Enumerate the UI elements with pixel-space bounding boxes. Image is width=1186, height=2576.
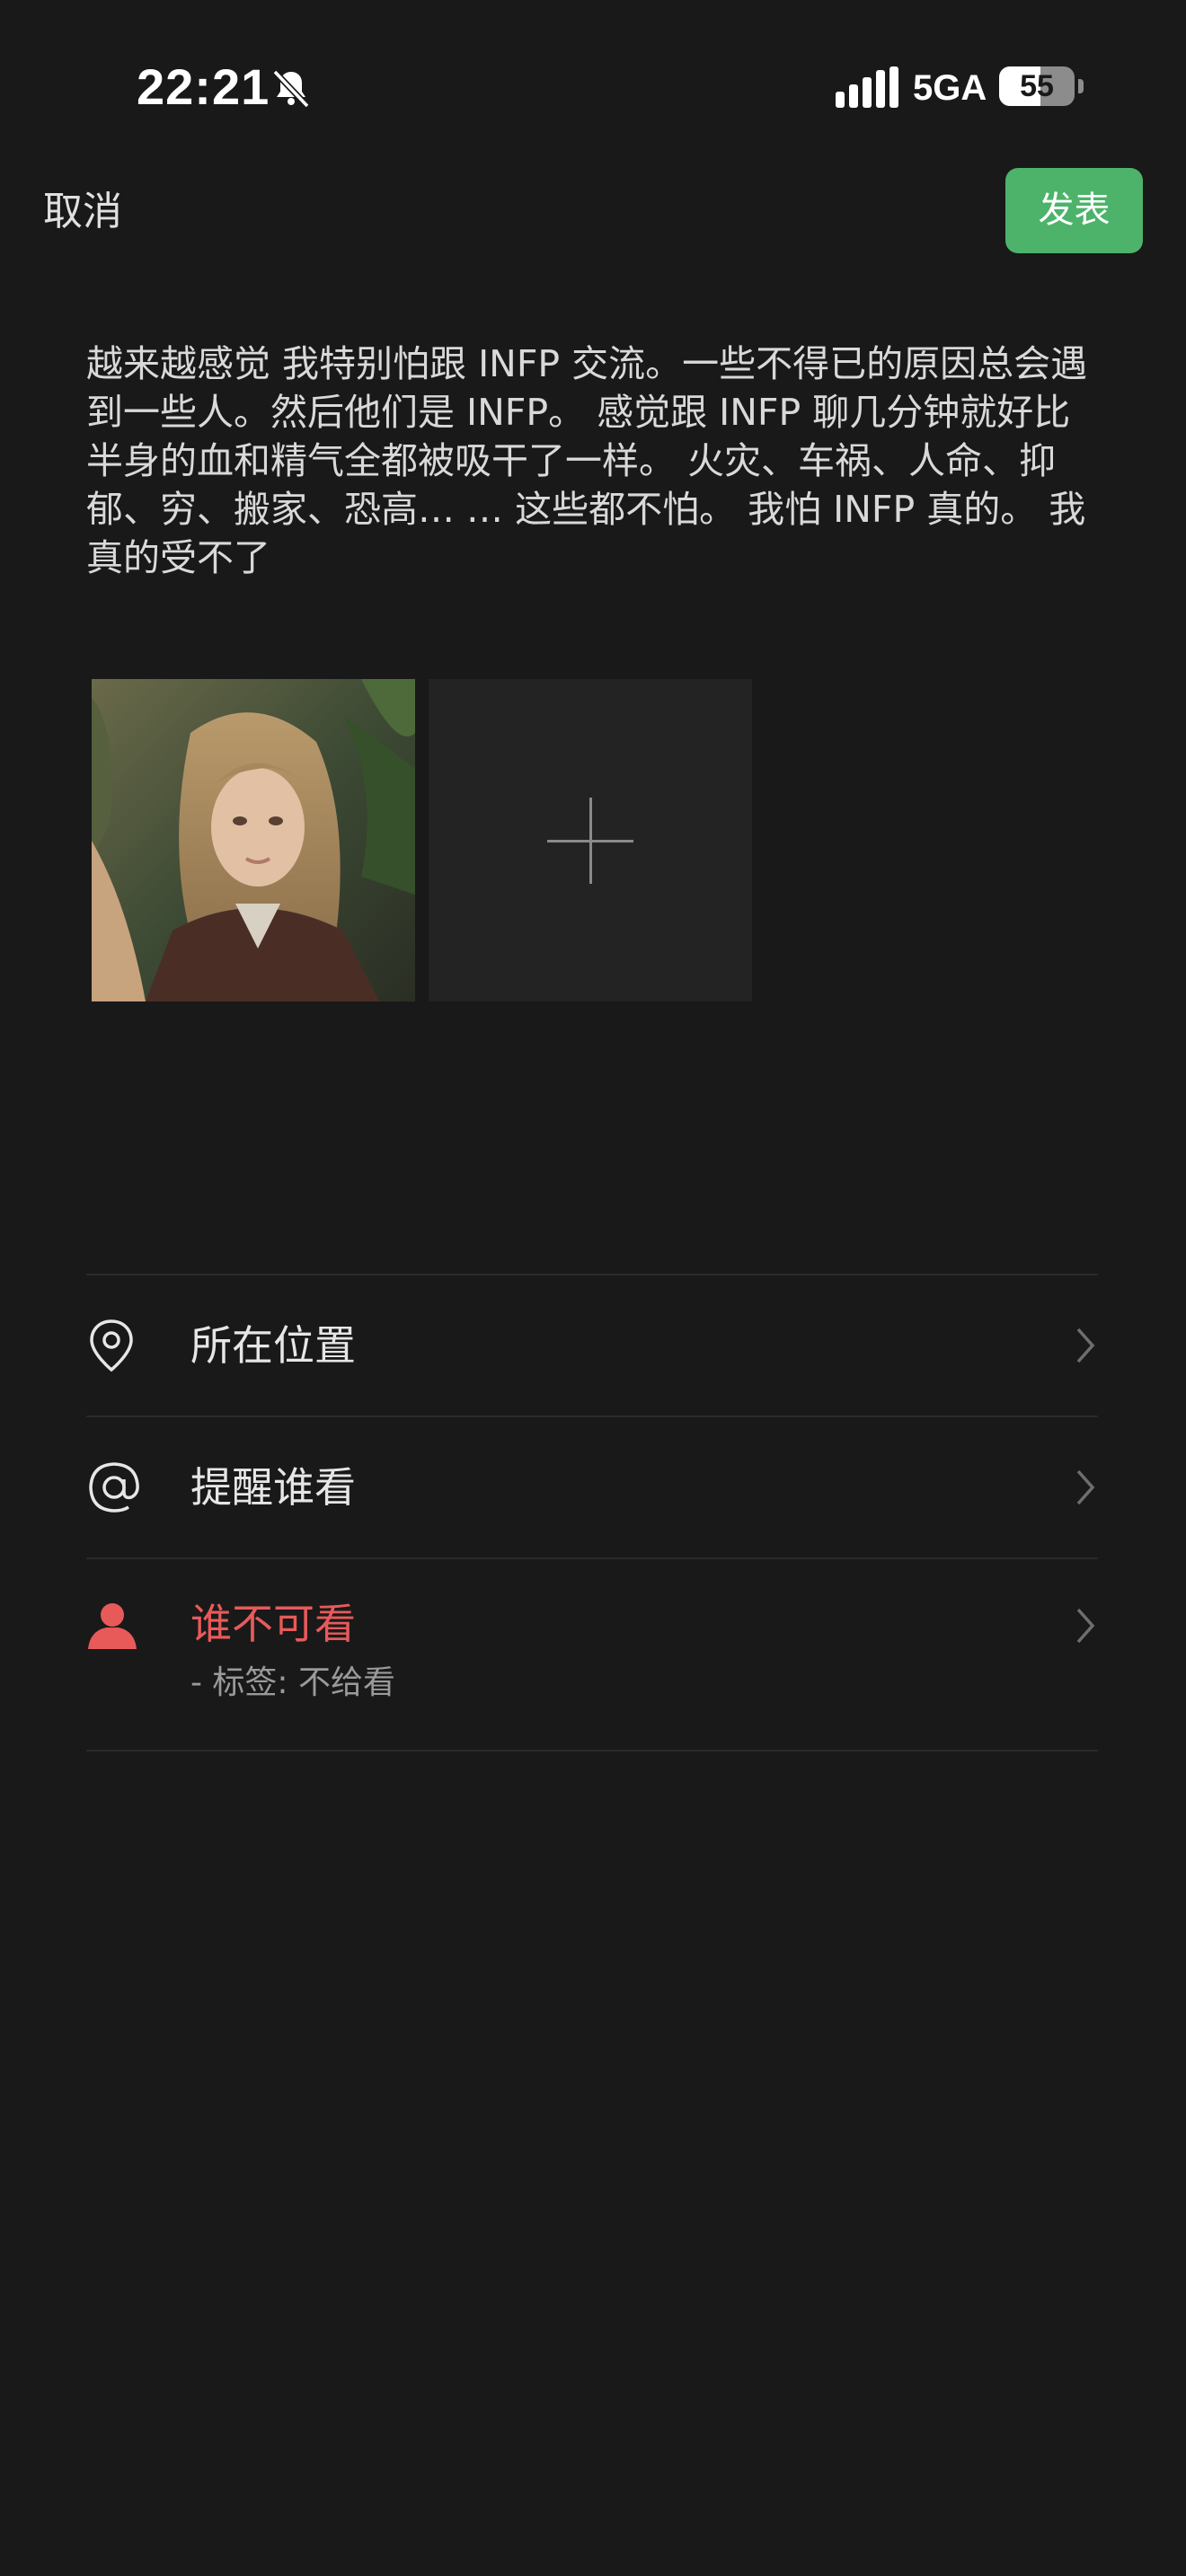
bell-muted-icon: [272, 69, 310, 109]
chevron-right-icon: [1076, 1469, 1095, 1505]
privacy-label: 谁不可看: [190, 1600, 356, 1648]
divider: [86, 1750, 1098, 1751]
chevron-right-icon: [1076, 1328, 1095, 1363]
battery-cap: [1078, 79, 1084, 93]
chevron-right-icon: [1076, 1608, 1095, 1644]
location-pin-icon: [90, 1319, 133, 1372]
photo-image: [92, 679, 415, 1001]
add-photo-button[interactable]: [429, 679, 752, 1001]
privacy-sub-label: - 标签: 不给看: [190, 1664, 396, 1701]
mention-row[interactable]: 提醒谁看: [86, 1417, 1098, 1557]
location-label: 所在位置: [190, 1321, 356, 1370]
status-bar: 22:21 5GA 55: [0, 0, 1186, 162]
signal-icon: [836, 66, 898, 108]
post-text-input[interactable]: 越来越感觉 我特别怕跟 INFP 交流。一些不得已的原因总会遇到一些人。然后他们…: [86, 340, 1102, 582]
battery-icon: 55: [999, 66, 1075, 106]
photo-thumbnail[interactable]: [92, 679, 415, 1001]
mention-label: 提醒谁看: [190, 1463, 356, 1512]
privacy-row[interactable]: 谁不可看 - 标签: 不给看: [86, 1559, 1098, 1750]
battery-level: 55: [1020, 69, 1054, 103]
publish-button[interactable]: 发表: [1005, 168, 1143, 253]
person-icon: [88, 1603, 137, 1649]
status-time: 22:21: [137, 58, 270, 115]
cancel-button[interactable]: 取消: [43, 185, 122, 239]
at-icon: [89, 1462, 139, 1513]
network-type: 5GA: [913, 68, 987, 108]
location-row[interactable]: 所在位置: [86, 1275, 1098, 1416]
